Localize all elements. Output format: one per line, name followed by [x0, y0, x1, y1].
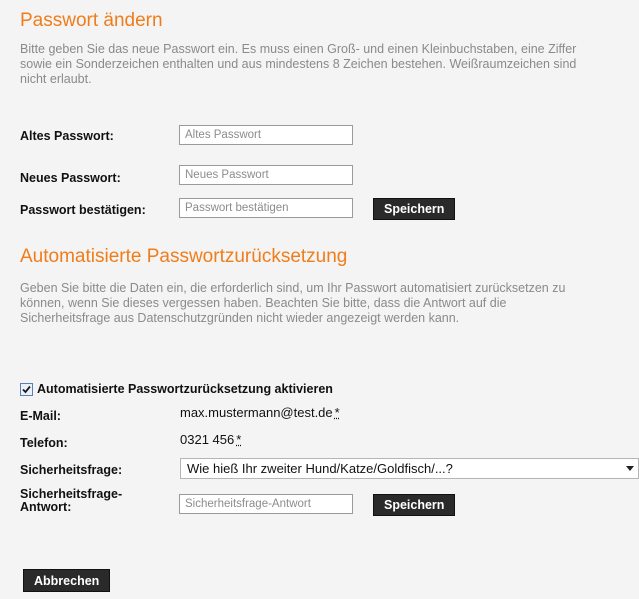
security-answer-label: Sicherheitsfrage-Antwort:: [20, 487, 123, 514]
save-reset-button[interactable]: Speichern: [373, 494, 456, 516]
security-question-label: Sicherheitsfrage:: [20, 463, 123, 477]
security-question-select[interactable]: Wie hieß Ihr zweiter Hund/Katze/Goldfisc…: [180, 458, 639, 479]
save-password-button[interactable]: Speichern: [373, 198, 456, 220]
email-label: E-Mail:: [20, 409, 61, 423]
password-reset-intro: Geben Sie bitte die Daten ein, die erfor…: [20, 281, 566, 325]
security-answer-input[interactable]: [179, 494, 353, 514]
phone-value: 0321 456 *: [180, 432, 242, 447]
change-password-intro: Bitte geben Sie das neue Passwort ein. E…: [20, 42, 577, 86]
required-marker: *: [236, 432, 242, 447]
old-password-label: Altes Passwort:: [20, 129, 114, 143]
security-question-value: Wie hieß Ihr zweiter Hund/Katze/Goldfisc…: [187, 461, 453, 476]
enable-reset-label: Automatisierte Passwortzurücksetzung akt…: [37, 382, 333, 396]
confirm-password-input[interactable]: [179, 198, 353, 218]
enable-reset-checkbox[interactable]: [20, 383, 33, 396]
cancel-button[interactable]: Abbrechen: [23, 569, 111, 592]
phone-label: Telefon:: [20, 436, 68, 450]
new-password-label: Neues Passwort:: [20, 171, 121, 185]
old-password-input[interactable]: [179, 125, 353, 145]
password-reset-heading: Automatisierte Passwortzurücksetzung: [20, 246, 348, 267]
change-password-heading: Passwort ändern: [20, 10, 163, 31]
required-marker: *: [334, 405, 340, 420]
checkmark-icon: [22, 385, 31, 394]
new-password-input[interactable]: [179, 165, 353, 185]
chevron-down-icon: [626, 466, 634, 471]
password-settings-page: Passwort ändern Bitte geben Sie das neue…: [0, 0, 639, 599]
email-value: max.mustermann@test.de *: [180, 405, 340, 420]
confirm-password-label: Passwort bestätigen:: [20, 203, 146, 217]
